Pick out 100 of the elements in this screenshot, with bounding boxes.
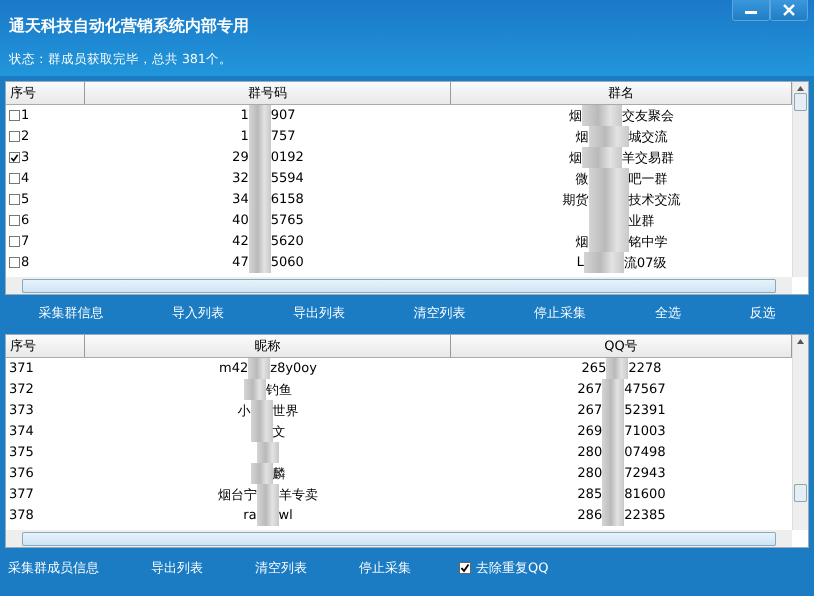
cell-text: 2278 [628, 361, 662, 376]
cell-text: 07498 [624, 445, 666, 460]
redaction-mosaic [257, 442, 279, 463]
toolbar-button[interactable]: 导出列表 [288, 302, 349, 324]
toolbar-button[interactable]: 全选 [650, 302, 685, 324]
cell-text: 5 [21, 192, 30, 207]
cell-text: 40 [232, 213, 249, 228]
cell-text: 377 [9, 487, 34, 502]
cell-text: 47 [232, 255, 249, 270]
toolbar-button[interactable]: 导入列表 [168, 302, 228, 324]
horizontal-scrollbar[interactable] [6, 530, 792, 547]
redaction-mosaic [250, 400, 272, 421]
cell-text: 5594 [270, 171, 304, 186]
cell-text: 376 [9, 466, 34, 481]
cell-text: 267 [577, 403, 602, 418]
cell-text: 烟 [576, 128, 588, 146]
checkbox-label[interactable]: 去除重复QQ [476, 559, 548, 577]
cell-text: 374 [9, 424, 34, 439]
column-header[interactable]: 序号 [6, 82, 85, 104]
column-header[interactable]: 昵称 [85, 335, 451, 357]
scroll-thumb[interactable] [22, 278, 776, 292]
checkbox[interactable] [459, 562, 471, 574]
toolbar-button[interactable]: 停止采集 [530, 302, 590, 324]
cell-text: 5060 [270, 255, 304, 270]
cell-text: 技术交流 [628, 192, 680, 208]
column-header[interactable]: 序号 [6, 335, 85, 357]
cell-text: 微 [576, 170, 588, 188]
horizontal-scrollbar[interactable] [6, 277, 792, 294]
cell-text: 47567 [624, 382, 666, 397]
cell-text: 1 [240, 108, 249, 123]
cell-text: L [576, 255, 584, 270]
cell-text: 6158 [270, 192, 304, 207]
cell-text: 城交流 [628, 128, 668, 146]
cell-text: ra [243, 508, 257, 523]
cell-text: 业群 [628, 212, 654, 230]
cell-text: 小 [238, 402, 250, 420]
toolbar-button[interactable]: 清空列表 [409, 302, 470, 324]
cell-text: 757 [270, 129, 296, 144]
column-header[interactable]: 群号码 [85, 82, 451, 104]
cell-text: 373 [9, 403, 34, 418]
scroll-up-icon [797, 86, 804, 91]
cell-text: 267 [577, 382, 602, 397]
cell-text: 吧一群 [628, 170, 668, 188]
toolbar-button[interactable]: 清空列表 [251, 557, 311, 579]
redaction-mosaic [588, 168, 628, 189]
cell-text: 34 [232, 192, 249, 207]
minimize-button[interactable] [732, 0, 770, 21]
checkbox[interactable] [9, 257, 20, 268]
checkbox[interactable] [9, 173, 20, 184]
cell-text: 280 [577, 445, 602, 460]
redaction-mosaic [248, 252, 271, 273]
cell-text: 3 [21, 150, 30, 165]
cell-text: 22385 [624, 508, 666, 523]
redaction-mosaic [584, 252, 624, 273]
cell-text: 期货 [562, 192, 588, 208]
toolbar-button[interactable]: 反选 [746, 302, 780, 324]
cell-text: 285 [577, 487, 602, 502]
toolbar-button[interactable]: 采集群信息 [34, 302, 108, 324]
status-text: 状态：群成员获取完毕，总共 381个。 [9, 50, 233, 68]
window-title: 通天科技自动化营销系统内部专用 [9, 15, 249, 37]
cell-text: 280 [577, 466, 602, 481]
cell-text: 0192 [270, 150, 304, 165]
toolbar-button[interactable]: 采集群成员信息 [4, 557, 103, 579]
cell-text: 文 [272, 424, 286, 440]
cell-text: 烟 [576, 234, 588, 250]
checkbox[interactable] [9, 236, 20, 247]
toolbar-button[interactable]: 停止采集 [355, 557, 415, 579]
vertical-scrollbar[interactable] [792, 335, 808, 530]
cell-text: 42 [232, 234, 249, 249]
close-button[interactable] [770, 0, 808, 21]
redaction-mosaic [602, 379, 624, 400]
checkbox[interactable] [9, 194, 20, 205]
checkbox[interactable] [9, 152, 20, 163]
cell-text: 8 [21, 255, 30, 270]
redaction-mosaic [248, 105, 271, 126]
toolbar-button[interactable]: 导出列表 [147, 557, 207, 579]
vertical-scrollbar[interactable] [792, 82, 808, 277]
redaction-mosaic [257, 484, 279, 505]
scroll-thumb[interactable] [794, 93, 807, 111]
cell-text: 378 [9, 508, 34, 523]
cell-text: 71003 [624, 424, 666, 439]
cell-text: 375 [9, 445, 34, 460]
cell-text: 4 [21, 171, 30, 186]
cell-text: 铭中学 [628, 234, 668, 250]
scroll-thumb[interactable] [22, 532, 776, 546]
cell-text: 烟 [569, 150, 582, 166]
checkbox[interactable] [9, 110, 20, 121]
cell-text: wl [278, 508, 293, 523]
cell-text: 羊交易群 [622, 150, 674, 166]
cell-text: 烟台宁 [218, 486, 257, 504]
redaction-mosaic [588, 126, 628, 147]
redaction-mosaic [248, 358, 270, 379]
checkbox[interactable] [9, 131, 20, 142]
checkbox[interactable] [9, 215, 20, 226]
cell-text: 麟 [272, 466, 286, 482]
scroll-thumb[interactable] [794, 484, 807, 502]
cell-text: 流07级 [624, 254, 666, 272]
cell-text: 52391 [624, 403, 666, 418]
cell-text: 81600 [624, 487, 666, 502]
redaction-mosaic [244, 379, 266, 400]
